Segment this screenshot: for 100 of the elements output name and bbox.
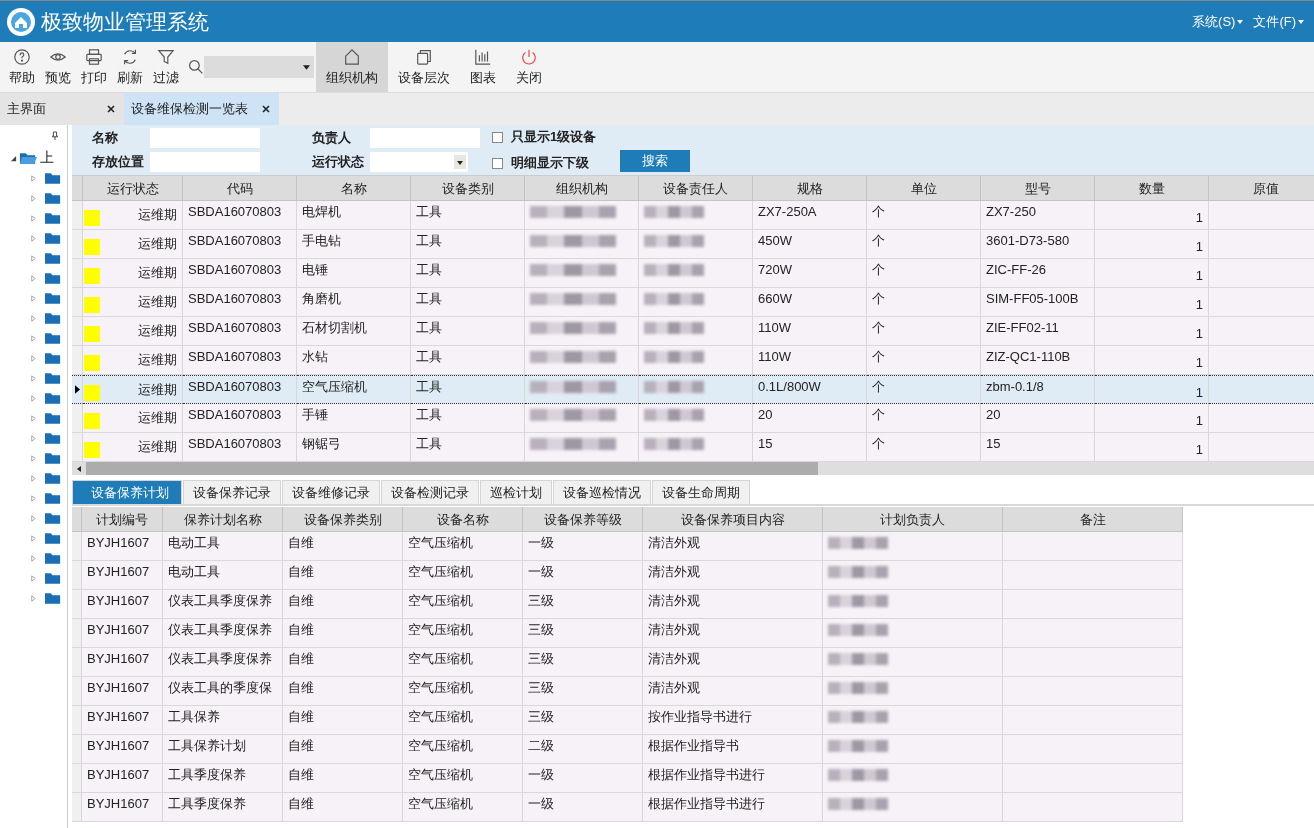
tab[interactable]: 巡检计划 <box>480 480 552 504</box>
column-header[interactable]: 备注 <box>1003 507 1183 532</box>
row-header[interactable] <box>72 735 82 764</box>
column-header[interactable]: 规格 <box>753 176 867 201</box>
folder-icon[interactable] <box>45 471 62 485</box>
scroll-thumb[interactable] <box>86 462 818 475</box>
tab[interactable]: 设备检测记录 <box>381 480 479 504</box>
folder-icon[interactable] <box>45 171 62 185</box>
column-header[interactable]: 型号 <box>981 176 1095 201</box>
toolbar-button[interactable]: 设备层次 <box>388 42 460 92</box>
toolbar-button[interactable]: 图表 <box>460 42 506 92</box>
row-indicator[interactable] <box>72 375 83 404</box>
tree-item[interactable]: 上 <box>40 149 54 167</box>
menu-item[interactable]: 文件(F) <box>1253 12 1296 31</box>
row-header[interactable] <box>72 648 82 677</box>
column-header[interactable]: 计划编号 <box>82 507 163 532</box>
input-field[interactable] <box>370 128 480 148</box>
toolbar-button[interactable]: 帮助 <box>4 42 40 92</box>
column-header[interactable]: 保养计划名称 <box>163 507 283 532</box>
toolbar-button[interactable]: 关闭 <box>506 42 552 92</box>
column-header[interactable]: 数量 <box>1095 176 1209 201</box>
toolbar-button[interactable]: 打印 <box>76 42 112 92</box>
scroll-left-icon[interactable] <box>77 465 81 472</box>
folder-icon[interactable] <box>45 331 62 345</box>
folder-icon[interactable] <box>45 411 62 425</box>
column-header[interactable]: 设备保养等级 <box>523 507 643 532</box>
document-tab[interactable]: 设备维保检测一览表 <box>124 93 279 125</box>
toolbar-button[interactable]: 组织机构 <box>316 42 388 92</box>
table-cell: 20 <box>753 404 867 433</box>
table-cell: 手电钻 <box>297 230 411 259</box>
folder-icon[interactable] <box>45 271 62 285</box>
folder-icon[interactable] <box>45 571 62 585</box>
caret-icon[interactable] <box>1298 19 1304 24</box>
pin-icon[interactable] <box>51 131 59 141</box>
table-cell: 工具季度保养 <box>163 793 283 822</box>
column-header[interactable]: 设备名称 <box>403 507 523 532</box>
folder-icon[interactable] <box>45 291 62 305</box>
column-header[interactable]: 运行状态 <box>83 176 183 201</box>
column-header[interactable]: 单位 <box>867 176 981 201</box>
folder-icon[interactable] <box>45 191 62 205</box>
toolbar-button[interactable]: 刷新 <box>112 42 148 92</box>
row-header[interactable] <box>72 561 82 590</box>
row-header[interactable] <box>72 677 82 706</box>
horizontal-scrollbar[interactable] <box>72 462 1314 475</box>
table-cell-text: 运维期 <box>138 380 177 399</box>
search-button[interactable]: 搜索 <box>620 150 691 172</box>
toolbar-button[interactable]: 预览 <box>40 42 76 92</box>
folder-icon[interactable] <box>45 431 62 445</box>
tab[interactable]: 设备生命周期 <box>652 480 750 504</box>
table-cell: 按作业指导书进行 <box>643 706 823 735</box>
table-cell: 根据作业指导书 <box>643 735 823 764</box>
folder-icon[interactable] <box>45 391 62 405</box>
input-field[interactable] <box>150 152 260 172</box>
column-header[interactable]: 原值 <box>1209 176 1314 201</box>
expand-icon[interactable] <box>10 154 17 162</box>
tab[interactable]: 设备保养记录 <box>183 480 281 504</box>
folder-icon[interactable] <box>45 531 62 545</box>
row-header[interactable] <box>72 706 82 735</box>
column-header[interactable]: 计划负责人 <box>823 507 1003 532</box>
dropdown-icon[interactable] <box>303 65 310 70</box>
folder-icon[interactable] <box>45 211 62 225</box>
tab[interactable]: 设备保养计划 <box>72 480 182 504</box>
folder-icon[interactable] <box>45 251 62 265</box>
column-header[interactable]: 名称 <box>297 176 411 201</box>
folder-icon[interactable] <box>45 591 62 605</box>
folder-icon[interactable] <box>45 371 62 385</box>
folder-icon[interactable] <box>45 351 62 365</box>
column-header[interactable]: 设备类别 <box>411 176 525 201</box>
row-header[interactable] <box>72 619 82 648</box>
checkbox[interactable] <box>492 157 503 169</box>
column-header[interactable]: 设备保养项目内容 <box>643 507 823 532</box>
redacted-text <box>644 351 704 363</box>
input-field[interactable] <box>150 128 260 148</box>
checkbox[interactable] <box>492 131 503 143</box>
tab[interactable]: 设备巡检情况 <box>553 480 651 504</box>
column-header[interactable]: 设备责任人 <box>639 176 753 201</box>
table-cell: 电动工具 <box>163 561 283 590</box>
column-header[interactable]: 代码 <box>183 176 297 201</box>
dropdown-icon[interactable] <box>454 155 466 169</box>
row-header[interactable] <box>72 764 82 793</box>
column-header[interactable]: 设备保养类别 <box>283 507 403 532</box>
folder-icon[interactable] <box>45 551 62 565</box>
select-field[interactable] <box>370 152 468 172</box>
close-icon[interactable] <box>106 104 116 114</box>
row-header[interactable] <box>72 532 82 561</box>
column-header[interactable]: 组织机构 <box>525 176 639 201</box>
close-icon[interactable] <box>261 104 271 114</box>
row-header[interactable] <box>72 793 82 822</box>
toolbar-button[interactable]: 过滤 <box>148 42 184 92</box>
table-cell: 空气压缩机 <box>297 375 411 404</box>
document-tab[interactable]: 主界面 <box>0 93 124 125</box>
folder-icon[interactable] <box>45 491 62 505</box>
folder-icon[interactable] <box>45 311 62 325</box>
caret-icon[interactable] <box>1237 19 1244 24</box>
tab[interactable]: 设备维修记录 <box>282 480 380 504</box>
row-header[interactable] <box>72 590 82 619</box>
menu-item[interactable]: 系统(S) <box>1192 12 1236 31</box>
folder-icon[interactable] <box>45 451 62 465</box>
folder-icon[interactable] <box>45 231 62 245</box>
folder-icon[interactable] <box>45 511 62 525</box>
